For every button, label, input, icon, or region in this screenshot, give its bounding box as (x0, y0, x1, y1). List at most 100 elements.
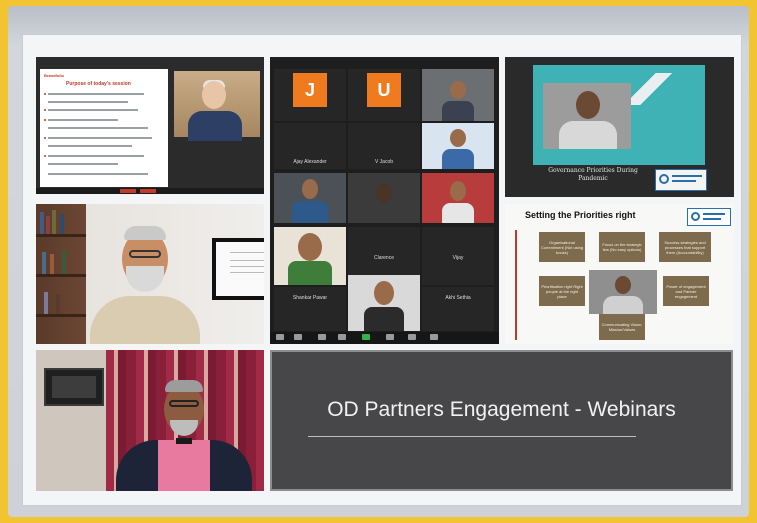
speaker-shirt (559, 121, 617, 149)
monitor-text-line (230, 272, 264, 273)
participant-face (374, 281, 394, 305)
speaker-hair (124, 226, 166, 240)
book (52, 210, 56, 234)
participant-name: Shankar Pawar (292, 295, 328, 301)
participant-name-shankar[interactable]: Shankar Pawar (274, 287, 346, 331)
participant-vijay[interactable]: Vijay (422, 227, 494, 285)
speaker-face (615, 276, 631, 294)
participant-video[interactable] (422, 69, 494, 121)
participant-name: Clarence (373, 255, 394, 261)
speaker-shirt (603, 296, 643, 314)
glasses-icon (129, 250, 161, 258)
slide-title: Governance Priorities During Pandemic (548, 167, 638, 182)
bookshelf (36, 234, 86, 237)
participant-name-ajay[interactable]: Ajay Alexander (274, 123, 346, 169)
priority-box: Prioritisation right Right people at the… (539, 276, 585, 306)
book (56, 294, 60, 314)
participant-face (376, 183, 392, 203)
speaker-shirt (158, 440, 210, 491)
reactions-icon[interactable] (430, 334, 438, 340)
security-icon[interactable] (318, 334, 326, 340)
video-tile-gallery[interactable]: J U Ajay Alexander V Jacob Clarence Vija… (270, 57, 499, 344)
institute-logo-icon (687, 208, 731, 226)
monitor-text-line (230, 260, 264, 261)
monitor-text-line (230, 252, 264, 253)
toolbar-button[interactable] (140, 189, 156, 193)
participant-name: Vijay (452, 255, 464, 261)
participant-shirt (442, 149, 474, 169)
participant-video[interactable] (422, 123, 494, 169)
banner-underline (308, 436, 636, 437)
video-icon[interactable] (294, 334, 302, 340)
book (44, 292, 48, 314)
shared-slide: Brandfolio Purpose of today's session (40, 69, 168, 187)
monitor-text-line (230, 266, 264, 267)
participant-video[interactable] (422, 173, 494, 223)
slide-text-line (48, 163, 118, 165)
speaker-beard (126, 266, 164, 292)
wall-picture-frame (44, 368, 104, 406)
video-tile-speaker-curtains[interactable] (36, 350, 264, 491)
slide-title: Purpose of today's session (66, 81, 131, 87)
meeting-toolbar (270, 332, 499, 344)
background-monitor (212, 238, 264, 300)
book (46, 216, 50, 234)
speaker-beard (170, 420, 198, 436)
participant-akhi[interactable]: Akhi Sethia (422, 287, 494, 331)
speaker-face (202, 81, 226, 109)
priority-box: Power of engagement and Partner engageme… (663, 276, 709, 306)
monitor-screen (216, 242, 264, 296)
video-tile-presentation[interactable]: Brandfolio Purpose of today's session (36, 57, 264, 194)
participant-shankar[interactable] (274, 227, 346, 285)
participant-shirt (364, 307, 404, 331)
participant-name: Ajay Alexander (293, 159, 327, 165)
bow-tie-icon (176, 438, 192, 444)
participant-shirt (292, 201, 328, 223)
bullet-dot (44, 93, 46, 95)
speaker-hair (165, 380, 203, 392)
bullet-dot (44, 155, 46, 157)
slide-title: Setting the Priorities right (525, 210, 636, 220)
toolbar-button[interactable] (120, 189, 136, 193)
chat-icon[interactable] (386, 334, 394, 340)
logo-circle (659, 174, 669, 184)
video-tile-speaker-bookshelf[interactable] (36, 204, 264, 344)
slide-text-line (48, 109, 138, 111)
mute-icon[interactable] (276, 334, 284, 340)
share-screen-icon[interactable] (362, 334, 370, 340)
participant-face (302, 179, 318, 199)
priority-box: Communicating Vision, Mission/Values (599, 314, 645, 340)
speaker-camera (174, 71, 260, 141)
logo-line (672, 175, 702, 177)
book (42, 252, 46, 274)
speaker-camera (543, 83, 631, 149)
book (60, 214, 64, 234)
slide-text-line (48, 93, 144, 95)
meeting-toolbar (36, 188, 264, 194)
priority-box: Success strategies and processes that su… (659, 232, 711, 262)
participant-video[interactable] (348, 173, 420, 223)
title-banner: OD Partners Engagement - Webinars (270, 350, 733, 491)
slide-text-line (48, 137, 152, 139)
participant-face (450, 129, 466, 147)
video-tile-governance[interactable]: Governance Priorities During Pandemic (505, 57, 734, 197)
video-tile-priorities[interactable]: Setting the Priorities right Organisatio… (505, 204, 734, 344)
speaker-shirt (188, 111, 242, 141)
slide-text-line (48, 119, 118, 121)
slide-text-line (48, 145, 132, 147)
participant-shirt (288, 261, 332, 285)
participant-ajay[interactable]: J (274, 69, 346, 121)
participant-face (450, 81, 466, 99)
record-icon[interactable] (408, 334, 416, 340)
participant-video[interactable] (274, 173, 346, 223)
logo-line (703, 218, 721, 220)
participants-icon[interactable] (338, 334, 346, 340)
participant-name-jacob[interactable]: V Jacob (348, 123, 420, 169)
slide-text-line (48, 127, 148, 129)
logo-circle (691, 212, 700, 221)
participant-video[interactable] (348, 275, 420, 331)
participant-shirt (442, 101, 474, 121)
logo-line (672, 180, 696, 182)
priority-box: Focus on the strategic few (No easy opti… (599, 232, 645, 262)
participant-jacob[interactable]: U (348, 69, 420, 121)
